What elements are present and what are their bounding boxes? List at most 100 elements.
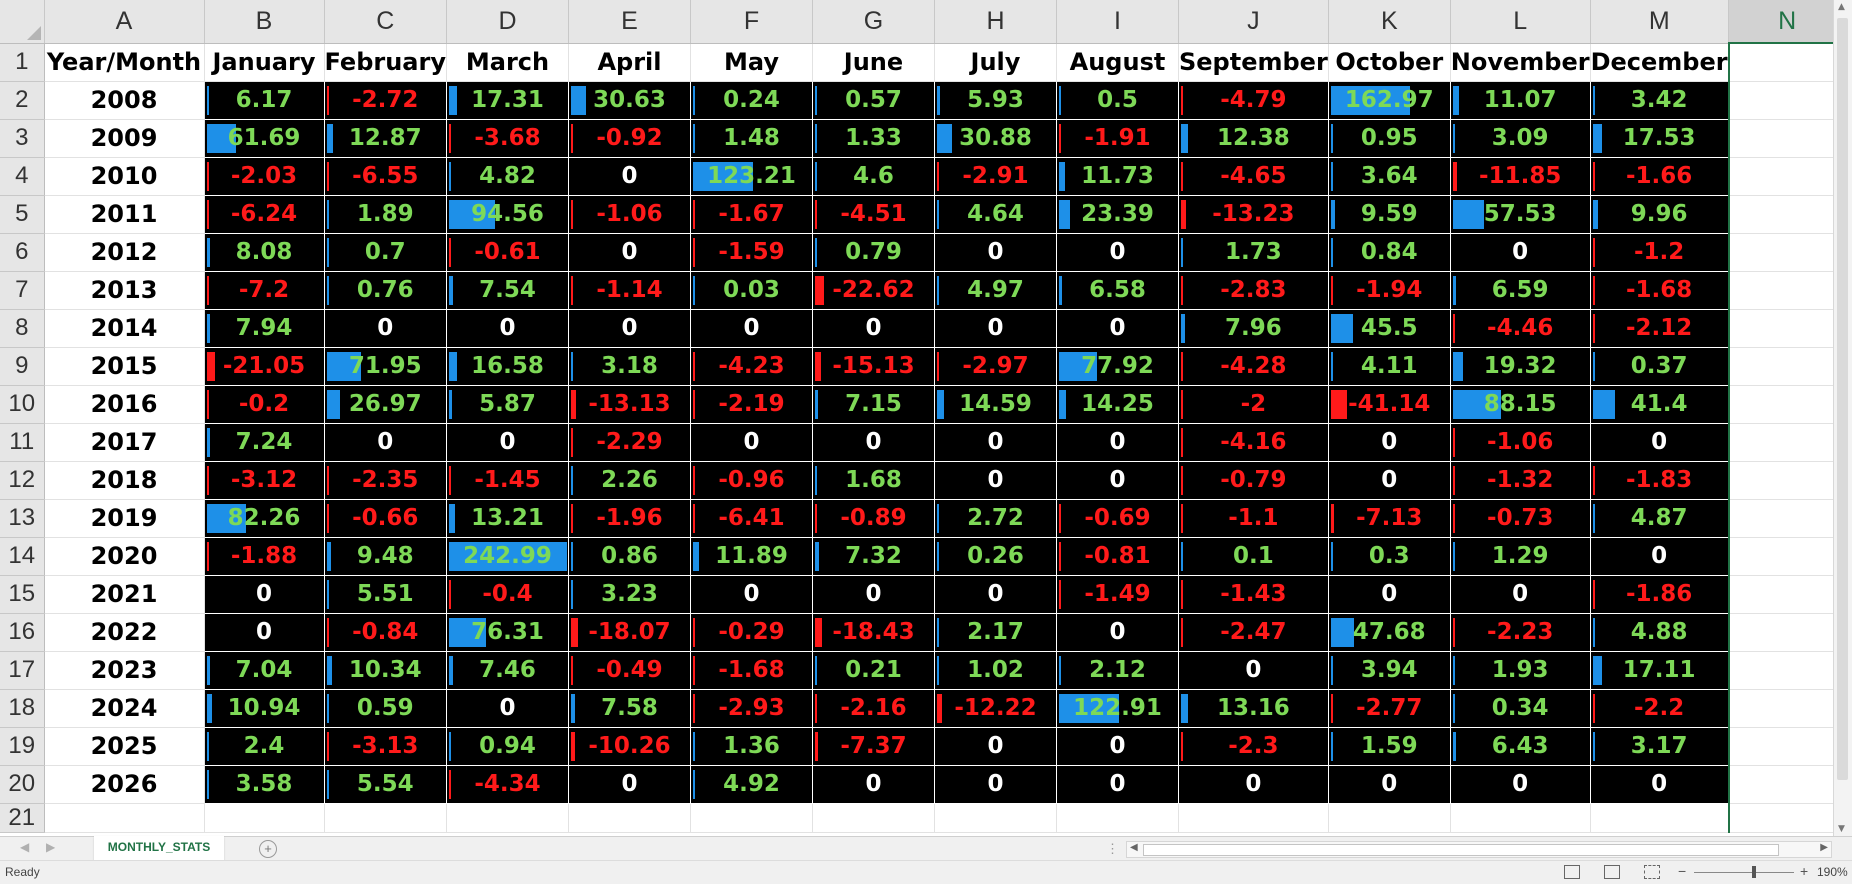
value-cell[interactable]: 0 (1450, 765, 1591, 804)
value-cell[interactable]: 2.12 (1056, 651, 1179, 690)
tab-scroll-right-icon[interactable]: ▶ (46, 840, 55, 854)
value-cell[interactable]: 7.58 (568, 689, 691, 728)
value-cell[interactable]: 162.97 (1328, 81, 1451, 120)
value-cell[interactable]: -12.22 (934, 689, 1057, 728)
value-cell[interactable]: -0.92 (568, 119, 691, 158)
value-cell[interactable]: -1.14 (568, 271, 691, 310)
value-cell[interactable]: -0.61 (446, 233, 569, 272)
empty-cell[interactable] (568, 803, 691, 833)
value-cell[interactable]: 6.59 (1450, 271, 1591, 310)
value-cell[interactable]: 1.68 (812, 461, 935, 500)
select-all-corner[interactable] (0, 0, 45, 44)
value-cell[interactable]: -2.03 (204, 157, 325, 196)
value-cell[interactable]: 3.23 (568, 575, 691, 614)
value-cell[interactable]: 17.31 (446, 81, 569, 120)
row-header[interactable]: 1 (0, 43, 45, 82)
value-cell[interactable]: 1.59 (1328, 727, 1451, 766)
row-header[interactable]: 21 (0, 803, 45, 833)
value-cell[interactable]: 0 (1056, 727, 1179, 766)
value-cell[interactable]: 0 (812, 309, 935, 348)
year-cell[interactable]: 2015 (44, 347, 205, 386)
value-cell[interactable]: 5.87 (446, 385, 569, 424)
value-cell[interactable]: 6.58 (1056, 271, 1179, 310)
value-cell[interactable]: 7.46 (446, 651, 569, 690)
value-cell[interactable]: 30.88 (934, 119, 1057, 158)
value-cell[interactable]: -4.51 (812, 195, 935, 234)
empty-cell[interactable] (204, 803, 325, 833)
column-header-i[interactable]: I (1056, 0, 1179, 44)
column-title-cell[interactable]: October (1328, 43, 1451, 82)
value-cell[interactable]: 3.09 (1450, 119, 1591, 158)
row-header[interactable]: 19 (0, 727, 45, 766)
column-header-h[interactable]: H (934, 0, 1057, 44)
value-cell[interactable]: 0.79 (812, 233, 935, 272)
normal-view-icon[interactable] (1564, 865, 1580, 879)
zoom-level[interactable]: 190% (1817, 865, 1848, 879)
value-cell[interactable]: 14.25 (1056, 385, 1179, 424)
value-cell[interactable]: 7.04 (204, 651, 325, 690)
value-cell[interactable]: 0.84 (1328, 233, 1451, 272)
column-header-d[interactable]: D (446, 0, 569, 44)
row-header[interactable]: 4 (0, 157, 45, 196)
value-cell[interactable]: -2.47 (1178, 613, 1329, 652)
value-cell[interactable]: 17.11 (1590, 651, 1730, 690)
value-cell[interactable]: 0.59 (324, 689, 447, 728)
value-cell[interactable]: 0 (568, 309, 691, 348)
row-header[interactable]: 12 (0, 461, 45, 500)
empty-cell[interactable] (324, 803, 447, 833)
year-cell[interactable]: 2019 (44, 499, 205, 538)
value-cell[interactable]: 0 (934, 765, 1057, 804)
value-cell[interactable]: -1.45 (446, 461, 569, 500)
value-cell[interactable]: 45.5 (1328, 309, 1451, 348)
value-cell[interactable]: 13.16 (1178, 689, 1329, 728)
value-cell[interactable]: -2.12 (1590, 309, 1730, 348)
value-cell[interactable]: -0.81 (1056, 537, 1179, 576)
empty-cell[interactable] (1727, 385, 1847, 424)
scroll-up-arrow-icon[interactable]: ▲ (1838, 2, 1845, 12)
year-cell[interactable]: 2026 (44, 765, 205, 804)
value-cell[interactable]: 7.15 (812, 385, 935, 424)
column-header-j[interactable]: J (1178, 0, 1329, 44)
value-cell[interactable]: 0.37 (1590, 347, 1730, 386)
column-header-e[interactable]: E (568, 0, 691, 44)
value-cell[interactable]: 7.32 (812, 537, 935, 576)
value-cell[interactable]: 0.3 (1328, 537, 1451, 576)
value-cell[interactable]: -1.49 (1056, 575, 1179, 614)
year-cell[interactable]: 2017 (44, 423, 205, 462)
column-title-cell[interactable]: January (204, 43, 325, 82)
column-header-k[interactable]: K (1328, 0, 1451, 44)
value-cell[interactable]: 4.64 (934, 195, 1057, 234)
column-header-b[interactable]: B (204, 0, 325, 44)
value-cell[interactable]: 3.17 (1590, 727, 1730, 766)
column-title-cell[interactable]: May (690, 43, 813, 82)
value-cell[interactable]: 2.72 (934, 499, 1057, 538)
value-cell[interactable]: 0.21 (812, 651, 935, 690)
column-title-cell[interactable]: April (568, 43, 691, 82)
value-cell[interactable]: -0.96 (690, 461, 813, 500)
value-cell[interactable]: 0 (446, 689, 569, 728)
value-cell[interactable]: -6.24 (204, 195, 325, 234)
value-cell[interactable]: -2.77 (1328, 689, 1451, 728)
value-cell[interactable]: 0 (568, 233, 691, 272)
value-cell[interactable]: 3.58 (204, 765, 325, 804)
value-cell[interactable]: -6.41 (690, 499, 813, 538)
value-cell[interactable]: 9.48 (324, 537, 447, 576)
value-cell[interactable]: -21.05 (204, 347, 325, 386)
year-cell[interactable]: 2023 (44, 651, 205, 690)
value-cell[interactable]: 0 (568, 765, 691, 804)
value-cell[interactable]: 19.32 (1450, 347, 1591, 386)
value-cell[interactable]: -2.93 (690, 689, 813, 728)
value-cell[interactable]: 0 (690, 575, 813, 614)
value-cell[interactable]: 2.4 (204, 727, 325, 766)
value-cell[interactable]: 0.1 (1178, 537, 1329, 576)
value-cell[interactable]: 6.43 (1450, 727, 1591, 766)
value-cell[interactable]: 0.86 (568, 537, 691, 576)
empty-cell[interactable] (1727, 499, 1847, 538)
year-cell[interactable]: 2021 (44, 575, 205, 614)
value-cell[interactable]: 0 (1450, 233, 1591, 272)
value-cell[interactable]: 57.53 (1450, 195, 1591, 234)
value-cell[interactable]: 0 (812, 765, 935, 804)
value-cell[interactable]: 11.07 (1450, 81, 1591, 120)
row-header[interactable]: 10 (0, 385, 45, 424)
value-cell[interactable]: -18.07 (568, 613, 691, 652)
